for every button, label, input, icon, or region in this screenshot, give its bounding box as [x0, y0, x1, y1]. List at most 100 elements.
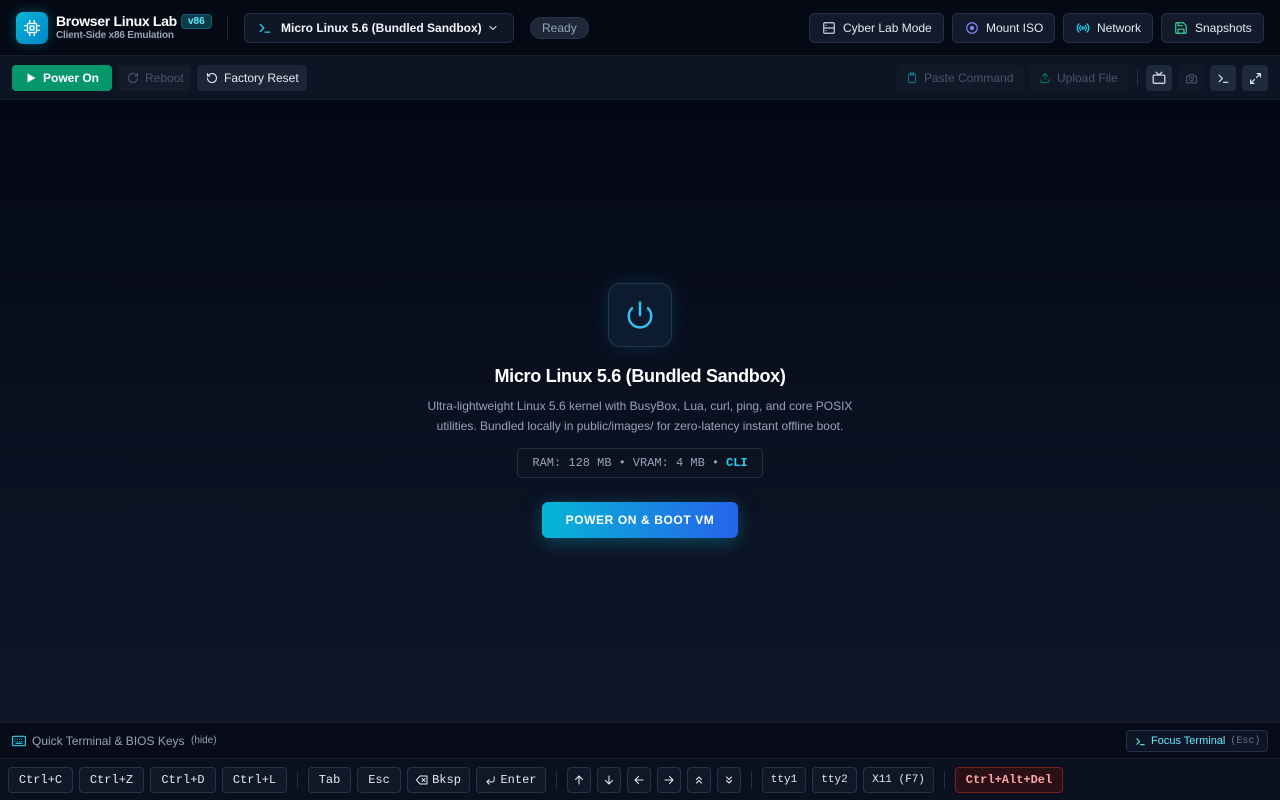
- maximize-icon: [1249, 72, 1262, 85]
- status-badge: Ready: [530, 17, 589, 39]
- cpu-chip-icon: [16, 12, 48, 44]
- screenshot-button[interactable]: [1178, 65, 1204, 91]
- save-icon: [1174, 21, 1195, 35]
- key-ctrl-alt-del[interactable]: Ctrl+Alt+Del: [955, 767, 1063, 793]
- power-on-button[interactable]: Power On: [12, 65, 112, 91]
- power-on-boot-button[interactable]: POWER ON & BOOT VM: [542, 502, 738, 538]
- key-arrow-right[interactable]: [657, 767, 681, 793]
- upload-icon: [1039, 72, 1057, 84]
- app-title: Browser Linux Lab: [56, 13, 177, 29]
- key-arrow-down[interactable]: [597, 767, 621, 793]
- os-description-line: utilities. Bundled locally in public/ima…: [436, 419, 844, 433]
- vm-spec-box: RAM: 128 MB • VRAM: 4 MB • CLI: [517, 448, 763, 478]
- app-header: Browser Linux Lab v86 Client-Side x86 Em…: [0, 0, 1280, 56]
- broadcast-icon: [1076, 21, 1097, 35]
- key-backspace-label: Bksp: [432, 773, 461, 787]
- key-tty1[interactable]: tty1: [762, 767, 806, 793]
- arrow-up-icon: [573, 774, 585, 786]
- terminal-icon: [1217, 72, 1230, 85]
- key-page-down[interactable]: [717, 767, 741, 793]
- key-tty2[interactable]: tty2: [812, 767, 857, 793]
- display-mode-button[interactable]: [1146, 65, 1172, 91]
- toolbar-divider: [1137, 70, 1138, 86]
- version-badge: v86: [181, 14, 212, 29]
- key-ctrl-d[interactable]: Ctrl+D: [150, 767, 216, 793]
- spec-vram: VRAM: 4 MB: [632, 456, 705, 470]
- key-ctrl-z[interactable]: Ctrl+Z: [79, 767, 144, 793]
- key-arrow-up[interactable]: [567, 767, 591, 793]
- key-backspace[interactable]: Bksp: [407, 767, 470, 793]
- terminal-prompt-icon: [258, 21, 272, 35]
- clipboard-icon: [906, 72, 924, 84]
- os-description: Ultra-lightweight Linux 5.6 kernel with …: [415, 396, 865, 436]
- os-selector-dropdown[interactable]: Micro Linux 5.6 (Bundled Sandbox): [244, 13, 514, 43]
- upload-file-button[interactable]: Upload File: [1030, 65, 1129, 91]
- keys-divider: [944, 772, 945, 788]
- terminal-view-button[interactable]: [1210, 65, 1236, 91]
- fullscreen-button[interactable]: [1242, 65, 1268, 91]
- power-on-label: Power On: [43, 71, 100, 85]
- hide-quick-keys-link[interactable]: (hide): [191, 735, 217, 746]
- vm-screen-area: Micro Linux 5.6 (Bundled Sandbox) Ultra-…: [0, 100, 1280, 722]
- mount-iso-button[interactable]: Mount ISO: [952, 13, 1055, 43]
- os-title: Micro Linux 5.6 (Bundled Sandbox): [494, 366, 786, 386]
- focus-terminal-label: Focus Terminal: [1151, 735, 1226, 747]
- snapshots-label: Snapshots: [1195, 21, 1252, 35]
- quick-keys-row: Ctrl+C Ctrl+Z Ctrl+D Ctrl+L Tab Esc Bksp…: [0, 758, 1280, 800]
- network-button[interactable]: Network: [1063, 13, 1153, 43]
- chevrons-up-icon: [693, 774, 705, 786]
- tv-icon: [1152, 71, 1166, 85]
- key-tab[interactable]: Tab: [308, 767, 351, 793]
- keyboard-icon: [12, 735, 26, 747]
- paste-command-label: Paste Command: [924, 71, 1014, 85]
- chevrons-down-icon: [723, 774, 735, 786]
- terminal-icon: [1135, 736, 1151, 747]
- play-icon: [25, 72, 43, 84]
- cyber-lab-mode-label: Cyber Lab Mode: [843, 21, 932, 35]
- paste-command-button[interactable]: Paste Command: [897, 65, 1024, 91]
- key-arrow-left[interactable]: [627, 767, 651, 793]
- focus-terminal-button[interactable]: Focus Terminal (Esc): [1126, 730, 1268, 752]
- header-divider: [227, 17, 228, 39]
- spec-separator: •: [618, 456, 626, 470]
- os-selector-label: Micro Linux 5.6 (Bundled Sandbox): [281, 21, 482, 35]
- mount-iso-label: Mount ISO: [986, 21, 1044, 35]
- power-icon: [608, 283, 672, 347]
- backspace-icon: [416, 775, 432, 785]
- focus-terminal-shortcut: (Esc): [1230, 735, 1261, 747]
- key-ctrl-l[interactable]: Ctrl+L: [222, 767, 287, 793]
- reboot-button[interactable]: Reboot: [118, 65, 191, 91]
- key-esc[interactable]: Esc: [357, 767, 401, 793]
- arrow-down-icon: [603, 774, 615, 786]
- cyber-lab-mode-button[interactable]: Cyber Lab Mode: [809, 13, 944, 43]
- network-label: Network: [1097, 21, 1142, 35]
- enter-icon: [485, 775, 500, 786]
- factory-reset-button[interactable]: Factory Reset: [197, 65, 307, 91]
- upload-file-label: Upload File: [1057, 71, 1118, 85]
- keys-divider: [556, 772, 557, 788]
- arrow-right-icon: [663, 774, 675, 786]
- key-enter[interactable]: Enter: [476, 767, 546, 793]
- vm-toolbar: Power On Reboot Factory Reset Paste Comm…: [0, 56, 1280, 100]
- key-ctrl-c[interactable]: Ctrl+C: [8, 767, 73, 793]
- spec-ram: RAM: 128 MB: [532, 456, 612, 470]
- key-enter-label: Enter: [500, 773, 537, 787]
- arrow-left-icon: [633, 774, 645, 786]
- spec-mode: CLI: [726, 456, 748, 470]
- rotate-icon: [127, 72, 145, 84]
- keys-divider: [297, 772, 298, 788]
- factory-reset-label: Factory Reset: [224, 71, 299, 85]
- snapshots-button[interactable]: Snapshots: [1161, 13, 1264, 43]
- app-subtitle: Client-Side x86 Emulation: [56, 30, 174, 41]
- reboot-label: Reboot: [145, 71, 184, 85]
- os-description-line: Ultra-lightweight Linux 5.6 kernel with …: [427, 399, 853, 413]
- quick-keys-title: Quick Terminal & BIOS Keys: [32, 734, 185, 748]
- key-page-up[interactable]: [687, 767, 711, 793]
- quick-keys-header: Quick Terminal & BIOS Keys (hide) Focus …: [0, 722, 1280, 758]
- camera-icon: [1185, 72, 1198, 85]
- keys-divider: [751, 772, 752, 788]
- disc-icon: [965, 21, 986, 35]
- spec-separator: •: [711, 456, 720, 470]
- key-x11-f7[interactable]: X11 (F7): [863, 767, 934, 793]
- server-icon: [822, 21, 843, 35]
